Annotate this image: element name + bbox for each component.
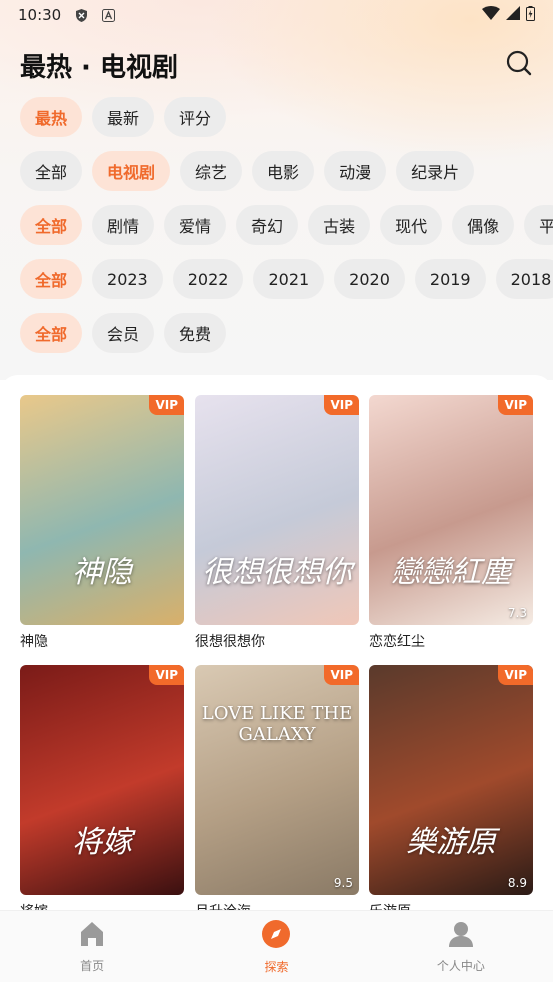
chip-category-tv[interactable]: 电视剧 <box>92 151 171 191</box>
status-time: 10:30 <box>18 6 62 24</box>
nav-item-explore[interactable]: 探索 <box>184 911 368 982</box>
chip-sort-new[interactable]: 最新 <box>92 97 155 137</box>
vip-badge: VIP <box>498 395 533 415</box>
bottom-nav: 首页 探索 个人中心 <box>0 910 553 982</box>
vip-badge: VIP <box>498 665 533 685</box>
drama-card[interactable]: 樂游原 VIP 8.9 乐游原 <box>369 665 533 915</box>
chip-pay-free[interactable]: 免费 <box>164 313 227 353</box>
drama-title: 恋恋红尘 <box>369 634 425 650</box>
vip-badge: VIP <box>149 665 184 685</box>
page-header: 最热 · 电视剧 <box>20 40 535 90</box>
explore-icon <box>261 919 291 952</box>
chip-genre-romance[interactable]: 爱情 <box>164 205 227 245</box>
drama-card[interactable]: 戀戀紅塵 VIP 7.3 恋恋红尘 <box>369 395 533 651</box>
shield-icon <box>75 8 88 22</box>
sort-filter-row: 最热 最新 评分 <box>20 97 227 137</box>
poster-image: 戀戀紅塵 VIP 7.3 <box>369 395 533 625</box>
drama-card[interactable]: 将嫁 VIP 将嫁 <box>20 665 184 915</box>
poster-image: 将嫁 VIP <box>20 665 184 895</box>
category-filter-row: 全部 电视剧 综艺 电影 动漫 纪录片 <box>20 151 475 191</box>
nav-label-explore: 探索 <box>264 959 289 974</box>
poster-art-title: 将嫁 <box>72 825 132 860</box>
genre-filter-row: 全部 剧情 爱情 奇幻 古装 现代 偶像 平 <box>20 205 553 245</box>
wifi-icon <box>482 6 500 24</box>
drama-title: 很想很想你 <box>195 634 265 650</box>
chip-genre-fantasy[interactable]: 奇幻 <box>236 205 299 245</box>
poster-image: LOVE LIKE THE GALAXY VIP 9.5 <box>195 665 359 895</box>
chip-pay-vip[interactable]: 会员 <box>92 313 155 353</box>
vip-badge: VIP <box>149 395 184 415</box>
rating-score: 7.3 <box>507 606 527 620</box>
poster-art-title: 神隐 <box>72 555 132 590</box>
pay-filter-row: 全部 会员 免费 <box>20 313 227 353</box>
nav-label-home: 首页 <box>80 958 105 973</box>
nav-item-profile[interactable]: 个人中心 <box>369 911 553 982</box>
chip-sort-rating[interactable]: 评分 <box>164 97 227 137</box>
signal-icon <box>506 6 520 24</box>
poster-art-title: LOVE LIKE THE GALAXY <box>201 703 353 745</box>
chip-genre-more[interactable]: 平 <box>524 205 553 245</box>
drama-card[interactable]: LOVE LIKE THE GALAXY VIP 9.5 月升沧海 <box>195 665 359 915</box>
year-filter-row: 全部 2023 2022 2021 2020 2019 2018 <box>20 259 553 299</box>
chip-year-2022[interactable]: 2022 <box>172 259 244 299</box>
poster-image: 很想很想你 VIP <box>195 395 359 625</box>
chip-year-2021[interactable]: 2021 <box>253 259 325 299</box>
search-button[interactable] <box>503 49 535 81</box>
nav-label-profile: 个人中心 <box>436 958 485 973</box>
poster-image: 神隐 VIP <box>20 395 184 625</box>
chip-genre-drama[interactable]: 剧情 <box>92 205 155 245</box>
drama-card[interactable]: 很想很想你 VIP 很想很想你 <box>195 395 359 651</box>
user-icon <box>447 920 475 951</box>
rating-score: 9.5 <box>333 876 353 890</box>
notification-a-icon <box>102 8 116 22</box>
chip-year-2020[interactable]: 2020 <box>334 259 405 299</box>
results-panel: 神隐 VIP 神隐 很想很想你 VIP 很想很想你 戀戀紅塵 VIP 7.3 恋… <box>0 375 553 915</box>
chip-genre-idol[interactable]: 偶像 <box>452 205 515 245</box>
page-title: 最热 · 电视剧 <box>20 52 178 83</box>
poster-art-title: 戀戀紅塵 <box>391 555 511 590</box>
poster-art-title: 樂游原 <box>406 825 496 860</box>
drama-card[interactable]: 神隐 VIP 神隐 <box>20 395 184 651</box>
chip-genre-all[interactable]: 全部 <box>20 205 83 245</box>
battery-icon <box>526 5 535 25</box>
chip-pay-all[interactable]: 全部 <box>20 313 83 353</box>
nav-item-home[interactable]: 首页 <box>0 911 184 982</box>
poster-art-title: 很想很想你 <box>202 555 352 590</box>
search-icon <box>506 50 532 80</box>
home-icon <box>78 920 106 951</box>
chip-sort-hot[interactable]: 最热 <box>20 97 83 137</box>
chip-category-documentary[interactable]: 纪录片 <box>396 151 475 191</box>
poster-image: 樂游原 VIP 8.9 <box>369 665 533 895</box>
chip-category-all[interactable]: 全部 <box>20 151 83 191</box>
chip-category-anime[interactable]: 动漫 <box>324 151 387 191</box>
chip-year-2019[interactable]: 2019 <box>414 259 486 299</box>
chip-genre-modern[interactable]: 现代 <box>380 205 443 245</box>
drama-title: 神隐 <box>20 634 48 650</box>
rating-score: 8.9 <box>507 876 527 890</box>
chip-category-variety[interactable]: 综艺 <box>180 151 243 191</box>
chip-genre-costume[interactable]: 古装 <box>308 205 371 245</box>
chip-category-movie[interactable]: 电影 <box>252 151 315 191</box>
chip-year-2018[interactable]: 2018 <box>495 259 553 299</box>
vip-badge: VIP <box>324 395 359 415</box>
chip-year-all[interactable]: 全部 <box>20 259 83 299</box>
status-bar: 10:30 <box>0 0 553 30</box>
chip-year-2023[interactable]: 2023 <box>92 259 163 299</box>
vip-badge: VIP <box>324 665 359 685</box>
